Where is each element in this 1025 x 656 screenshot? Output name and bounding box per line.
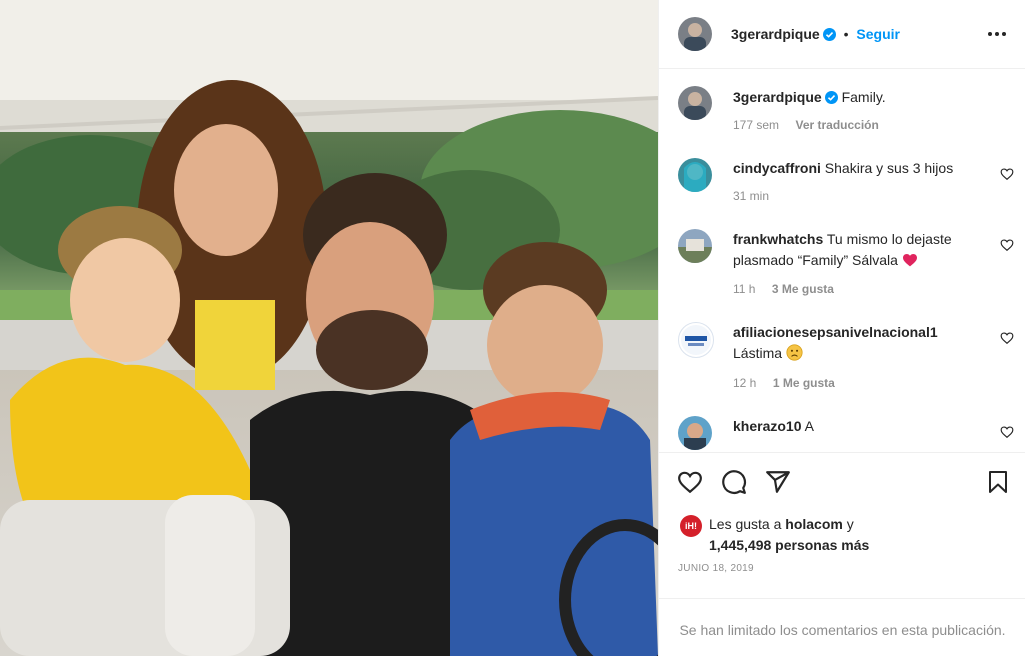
comment: afiliacionesepsanivelnacional1 Lástima bbox=[733, 322, 993, 364]
comment-text: Lástima bbox=[733, 345, 783, 361]
verified-badge-icon bbox=[822, 28, 836, 41]
post-date[interactable]: JUNIO 18, 2019 bbox=[678, 563, 754, 574]
likes-summary: Les gusta a holacom y 1,445,498 personas… bbox=[709, 514, 869, 556]
comment-like-heart-icon[interactable] bbox=[1000, 238, 1014, 252]
comment-text: A bbox=[804, 418, 814, 434]
post-side-panel: 3gerardpique • Seguir 3gerardpique Famil… bbox=[658, 0, 1025, 656]
sad-face-emoji-icon bbox=[786, 344, 803, 361]
send-icon[interactable] bbox=[765, 469, 791, 495]
commenter-avatar[interactable] bbox=[678, 158, 712, 192]
comment-text: Shakira y sus 3 hijos bbox=[824, 160, 954, 176]
comment: kherazo10 A bbox=[733, 416, 993, 437]
caption-time[interactable]: 177 sem bbox=[733, 118, 779, 132]
heart-icon[interactable] bbox=[677, 469, 703, 495]
comment-text: Tu mismo lo dejaste bbox=[826, 231, 952, 247]
comment: frankwhatchs Tu mismo lo dejaste plasmad… bbox=[733, 229, 993, 271]
translate-button[interactable]: Ver traducción bbox=[795, 118, 878, 132]
likes-conjunction: y bbox=[846, 516, 854, 532]
caption-avatar[interactable] bbox=[678, 86, 712, 120]
post-header: 3gerardpique • Seguir bbox=[659, 0, 1025, 68]
header-divider bbox=[659, 68, 1025, 69]
comment-likes[interactable]: 3 Me gusta bbox=[772, 282, 834, 296]
liker-avatar[interactable]: iH! bbox=[680, 515, 702, 537]
comment-like-heart-icon[interactable] bbox=[1000, 167, 1014, 181]
verified-badge-icon bbox=[824, 91, 838, 104]
footer-divider bbox=[659, 598, 1025, 599]
post-photo[interactable] bbox=[0, 0, 658, 656]
commenter-avatar[interactable] bbox=[678, 229, 712, 263]
commenter-avatar[interactable] bbox=[678, 416, 712, 450]
comment-clip: kherazo10 A bbox=[659, 405, 1025, 452]
comment-time[interactable]: 12 h bbox=[733, 376, 756, 390]
header-separator: • bbox=[843, 26, 849, 42]
family-photo-illustration bbox=[0, 0, 658, 656]
likes-count[interactable]: 1,445,498 personas más bbox=[709, 537, 869, 553]
likes-user[interactable]: holacom bbox=[785, 516, 843, 532]
actions-divider bbox=[659, 452, 1025, 453]
caption-username[interactable]: 3gerardpique bbox=[733, 89, 822, 105]
liker-badge-text: iH! bbox=[685, 521, 697, 531]
caption: 3gerardpique Family. bbox=[733, 87, 886, 108]
comment-username[interactable]: afiliacionesepsanivelnacional1 bbox=[733, 324, 938, 340]
author-username[interactable]: 3gerardpique bbox=[731, 26, 820, 42]
comment-like-heart-icon[interactable] bbox=[1000, 425, 1014, 439]
commenter-avatar[interactable] bbox=[678, 322, 714, 358]
bookmark-icon[interactable] bbox=[986, 469, 1010, 495]
author-avatar[interactable] bbox=[678, 17, 712, 51]
comments-limited-notice: Se han limitado los comentarios en esta … bbox=[679, 622, 1006, 638]
comment-username[interactable]: cindycaffroni bbox=[733, 160, 821, 176]
comment: cindycaffroni Shakira y sus 3 hijos bbox=[733, 158, 993, 179]
comment-username[interactable]: frankwhatchs bbox=[733, 231, 823, 247]
comment-likes[interactable]: 1 Me gusta bbox=[773, 376, 835, 390]
comment-icon[interactable] bbox=[721, 469, 747, 495]
follow-button[interactable]: Seguir bbox=[856, 26, 900, 42]
likes-prefix: Les gusta a bbox=[709, 516, 782, 532]
comment-time[interactable]: 31 min bbox=[733, 189, 769, 203]
comment-text-continued: plasmado “Family” Sálvala bbox=[733, 252, 898, 268]
comment-like-heart-icon[interactable] bbox=[1000, 331, 1014, 345]
comment-time[interactable]: 11 h bbox=[733, 282, 755, 296]
red-heart-emoji-icon bbox=[902, 253, 917, 267]
comment-username[interactable]: kherazo10 bbox=[733, 418, 801, 434]
caption-text: Family. bbox=[841, 89, 886, 105]
more-horizontal-icon[interactable] bbox=[987, 28, 1007, 40]
